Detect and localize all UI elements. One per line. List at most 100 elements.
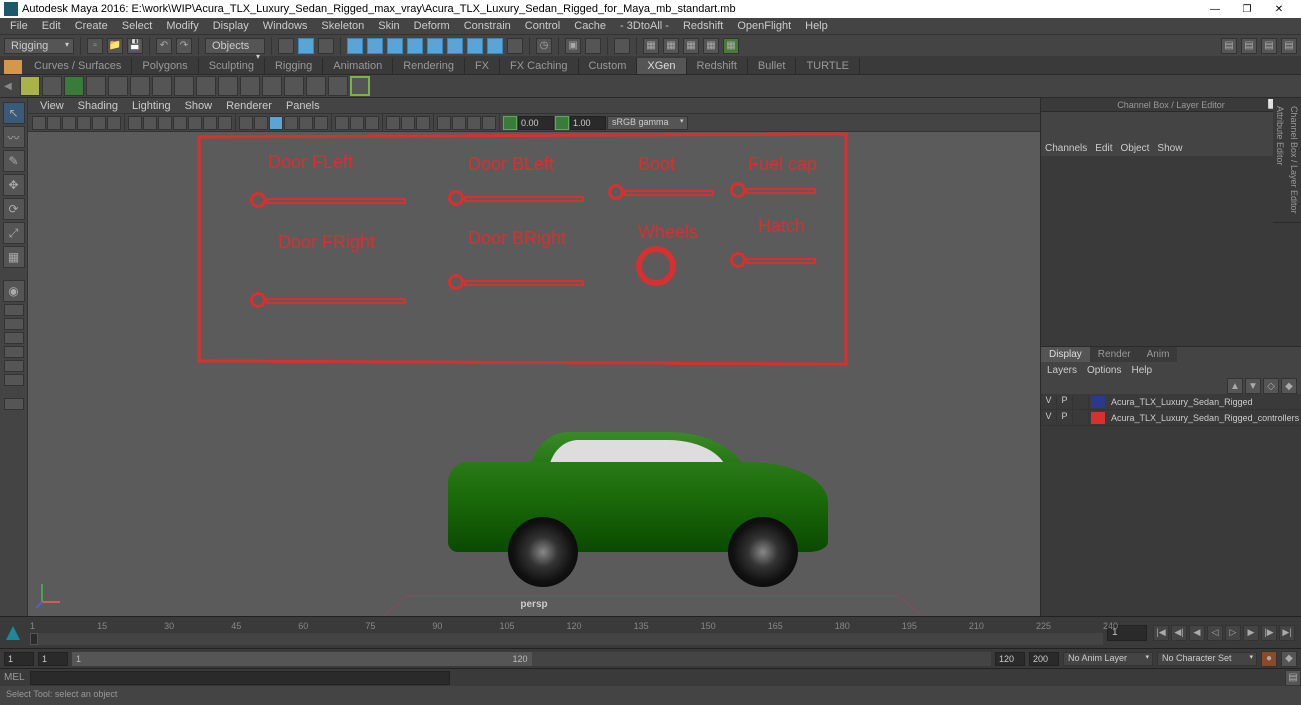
toggle-modeling-toolkit-icon[interactable]: ▤	[1281, 38, 1297, 54]
layout-two-v-icon[interactable]	[4, 346, 24, 358]
scale-tool[interactable]: ⤢	[3, 222, 25, 244]
side-tab-channelbox[interactable]: Channel Box / Layer Editor	[1287, 98, 1301, 223]
maximize-button[interactable]: ❐	[1237, 4, 1257, 15]
rig-slider-door-br[interactable]	[464, 280, 584, 286]
shelf-menu-icon[interactable]	[4, 60, 22, 74]
vp-wireframe-icon[interactable]	[239, 116, 253, 130]
layer-row[interactable]: V P Acura_TLX_Luxury_Sedan_Rigged_contro…	[1041, 410, 1301, 426]
layer-new-selected-icon[interactable]: ◆	[1281, 378, 1297, 394]
anim-start-field[interactable]	[4, 652, 34, 666]
layout-three-icon[interactable]	[4, 360, 24, 372]
layer-new-empty-icon[interactable]: ◇	[1263, 378, 1279, 394]
shelf-xgen-12-icon[interactable]	[328, 76, 348, 96]
time-slider-track[interactable]: 1153045607590105120135150165180195210225…	[30, 621, 1103, 645]
shelf-xgen-4-icon[interactable]	[152, 76, 172, 96]
shelf-xgen-9-icon[interactable]	[262, 76, 282, 96]
cb-menu-channels[interactable]: Channels	[1045, 143, 1087, 154]
playback-start-field[interactable]	[38, 652, 68, 666]
vp-gamma-icon[interactable]	[555, 116, 569, 130]
workspace-dropdown[interactable]: Rigging	[4, 38, 74, 54]
rig-slider-door-bl[interactable]	[464, 196, 584, 202]
panel-layout1-icon[interactable]: ▦	[643, 38, 659, 54]
layer-display-type[interactable]	[1073, 411, 1089, 425]
layer-move-up-icon[interactable]: ▲	[1227, 378, 1243, 394]
menu-file[interactable]: File	[4, 20, 34, 32]
menu-skeleton[interactable]: Skeleton	[315, 20, 370, 32]
shelf-xgen-7-icon[interactable]	[218, 76, 238, 96]
menu-modify[interactable]: Modify	[160, 20, 204, 32]
vp-bookmarks-icon[interactable]	[62, 116, 76, 130]
menu-openflight[interactable]: OpenFlight	[731, 20, 797, 32]
layer-tab-display[interactable]: Display	[1041, 347, 1090, 362]
menu-redshift[interactable]: Redshift	[677, 20, 729, 32]
vp-safe-action-icon[interactable]	[203, 116, 217, 130]
go-to-start-button[interactable]: |◀	[1153, 625, 1169, 641]
shelf-xgen-create-icon[interactable]	[42, 76, 62, 96]
range-slider-bar[interactable]: 1120	[72, 652, 532, 666]
shelf-tab-fx[interactable]: FX	[465, 58, 500, 74]
menu-3dtoall[interactable]: - 3DtoAll -	[614, 20, 675, 32]
vp-2d-pan-icon[interactable]	[92, 116, 106, 130]
layer-tab-render[interactable]: Render	[1090, 347, 1139, 362]
menu-control[interactable]: Control	[519, 20, 566, 32]
panel-layout3-icon[interactable]: ▦	[683, 38, 699, 54]
minimize-button[interactable]: —	[1205, 4, 1225, 15]
layout-four-icon[interactable]	[4, 318, 24, 330]
vp-lights-icon[interactable]	[284, 116, 298, 130]
close-button[interactable]: ✕	[1269, 4, 1289, 15]
cb-menu-show[interactable]: Show	[1157, 143, 1182, 154]
vp-xray-joints-icon[interactable]	[350, 116, 364, 130]
snap-center2-icon[interactable]	[467, 38, 483, 54]
shelf-xgen-5-icon[interactable]	[174, 76, 194, 96]
step-forward-button[interactable]: ▶	[1243, 625, 1259, 641]
vp-colorspace-dropdown[interactable]: sRGB gamma	[607, 116, 688, 130]
select-by-component-icon[interactable]	[318, 38, 334, 54]
panel-layout4-icon[interactable]: ▦	[703, 38, 719, 54]
layout-single-icon[interactable]	[4, 304, 24, 316]
snap-curve-icon[interactable]	[367, 38, 383, 54]
shelf-tab-curves[interactable]: Curves / Surfaces	[24, 58, 132, 74]
snap-view-icon[interactable]	[447, 38, 463, 54]
vp-exposure-field[interactable]	[518, 116, 554, 130]
vp-menu-show[interactable]: Show	[179, 100, 219, 112]
rig-slider-fuel[interactable]	[746, 188, 816, 194]
vp-exposure-icon[interactable]	[503, 116, 517, 130]
rig-knob-door-fl[interactable]	[250, 192, 266, 208]
vp-gate-mask-icon[interactable]	[173, 116, 187, 130]
shelf-tab-xgen[interactable]: XGen	[637, 58, 686, 74]
layer-color-swatch[interactable]	[1091, 396, 1105, 408]
menu-windows[interactable]: Windows	[257, 20, 314, 32]
step-forward-key-button[interactable]: |▶	[1261, 625, 1277, 641]
shelf-xgen-6-icon[interactable]	[196, 76, 216, 96]
vp-menu-lighting[interactable]: Lighting	[126, 100, 177, 112]
history-icon[interactable]: ◷	[536, 38, 552, 54]
shelf-xgen-8-icon[interactable]	[240, 76, 260, 96]
layer-visibility-toggle[interactable]: V	[1041, 411, 1057, 425]
layer-tab-anim[interactable]: Anim	[1139, 347, 1178, 362]
range-slider-track[interactable]: 1120	[72, 652, 991, 666]
panel-layout5-icon[interactable]: ▦	[723, 38, 739, 54]
vp-lock-cam-icon[interactable]	[47, 116, 61, 130]
car-model[interactable]	[448, 432, 848, 612]
shelf-tab-polygons[interactable]: Polygons	[132, 58, 198, 74]
toggle-tool-settings-icon[interactable]: ▤	[1241, 38, 1257, 54]
move-tool[interactable]: ✥	[3, 174, 25, 196]
viewport-3d[interactable]: Door FLeft Door FRight Door BLeft Door B…	[28, 132, 1040, 616]
shelf-xgen-13-icon[interactable]	[350, 76, 370, 96]
layout-two-h-icon[interactable]	[4, 332, 24, 344]
set-key-button[interactable]: ◆	[1281, 651, 1297, 667]
current-time-marker[interactable]	[30, 633, 38, 645]
cb-menu-edit[interactable]: Edit	[1095, 143, 1112, 154]
menu-cache[interactable]: Cache	[568, 20, 612, 32]
layer-move-down-icon[interactable]: ▼	[1245, 378, 1261, 394]
layer-name[interactable]: Acura_TLX_Luxury_Sedan_Rigged	[1107, 397, 1253, 407]
select-tool[interactable]: ↖	[3, 102, 25, 124]
shelf-xgen-open-icon[interactable]	[20, 76, 40, 96]
shelf-left-arrow[interactable]: ◀	[4, 81, 18, 92]
snap-point-icon[interactable]	[387, 38, 403, 54]
vp-select-cam-icon[interactable]	[32, 116, 46, 130]
snap-plane-icon[interactable]	[407, 38, 423, 54]
layer-playback-toggle[interactable]: P	[1057, 411, 1073, 425]
character-set-dropdown[interactable]: No Character Set	[1157, 652, 1257, 666]
rig-knob-hatch[interactable]	[730, 252, 746, 268]
